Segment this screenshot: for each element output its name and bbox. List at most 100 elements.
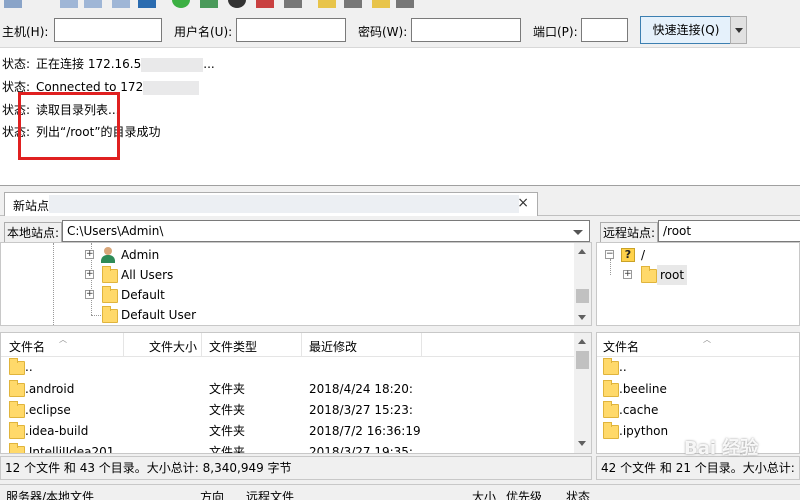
scroll-thumb[interactable] [576,289,589,303]
port-label: 端口(P): [533,25,578,39]
file-row[interactable]: .cache [597,400,787,421]
tree-item-root[interactable]: + root [623,265,783,285]
collapse-icon[interactable]: − [605,250,614,259]
view-toggle-icon[interactable] [112,0,130,8]
log-entry-suffix: ... [203,57,215,71]
compare-icon[interactable] [344,0,362,8]
tree-item-root-dir[interactable]: − ? / [605,245,785,265]
tree-item-default[interactable]: + Default [85,285,285,305]
transfer-queue-icon[interactable] [138,0,156,8]
file-type: 文件夹 [209,382,246,396]
local-file-list[interactable]: ︿ 文件名 文件大小 文件类型 最近修改 .. .android 文件夹 201… [0,332,592,454]
port-input[interactable] [581,18,628,42]
cancel-icon[interactable] [228,0,246,8]
folder-icon [603,401,619,418]
username-input[interactable] [236,18,346,42]
file-modified: 2018/3/27 19:35: [309,445,413,454]
tree-item-label: / [641,248,646,262]
file-row[interactable]: .. [597,357,787,378]
refresh-icon[interactable] [172,0,190,8]
file-row[interactable]: .. [1,357,575,378]
password-input[interactable] [411,18,521,42]
chevron-down-icon[interactable] [573,230,583,235]
column-header-size[interactable]: 文件大小 [149,338,197,355]
queue-col-local-file[interactable]: 服务器/本地文件 [6,488,94,500]
queue-col-direction[interactable]: 方向 [200,488,224,500]
column-header-modified[interactable]: 最近修改 [309,338,357,355]
remote-directory-tree[interactable]: − ? / + root [596,242,800,326]
quickconnect-button[interactable]: 快速连接(Q) [640,16,732,44]
host-input[interactable] [54,18,162,42]
folder-icon [603,358,619,375]
folder-icon [9,358,25,375]
expand-icon[interactable]: + [623,270,632,279]
tree-item-default-user[interactable]: Default User [85,305,285,325]
queue-col-status[interactable]: 状态 [566,488,590,500]
column-header-name[interactable]: 文件名 [9,338,45,355]
username-label: 用户名(U): [174,25,233,39]
tree-item-label: All Users [121,268,174,282]
column-divider[interactable] [301,333,302,357]
queue-col-remote-file[interactable]: 远程文件 [246,488,294,500]
file-name: .IntelliJIdea201 [25,445,115,454]
expand-icon[interactable]: + [85,250,94,259]
file-modified: 2018/4/24 18:20: [309,382,413,396]
tree-item-label: Default User [121,308,197,322]
file-row[interactable]: .beeline [597,379,787,400]
scroll-up-icon[interactable] [578,339,586,344]
column-header-type[interactable]: 文件类型 [209,338,257,355]
scroll-up-icon[interactable] [578,249,586,254]
local-path-value: C:\Users\Admin\ [67,224,164,238]
file-name: .ipython [619,424,669,438]
process-queue-icon[interactable] [200,0,218,8]
log-entry: 状态: 正在连接 172.16.5... [2,54,215,74]
queue-col-priority[interactable]: 优先级 [506,488,542,500]
local-file-list-scrollbar[interactable] [574,333,591,453]
sync-browse-icon[interactable] [372,0,390,8]
file-modified: 2018/7/2 16:36:19 [309,424,421,438]
close-icon[interactable]: × [517,195,529,211]
column-divider[interactable] [123,333,124,357]
scroll-down-icon[interactable] [578,441,586,446]
file-row[interactable]: .idea-build 文件夹 2018/7/2 16:36:19 [1,421,575,442]
baidu-watermark-logo: Bai 经验 [684,438,759,459]
file-row[interactable]: .android 文件夹 2018/4/24 18:20: [1,379,575,400]
reconnect-icon[interactable] [284,0,302,8]
view-toggle-icon[interactable] [84,0,102,8]
tree-item-admin[interactable]: + Admin [85,245,285,265]
local-tree-scrollbar[interactable] [574,243,591,325]
folder-icon [9,380,25,397]
tree-guide [610,259,611,275]
sort-up-icon: ︿ [59,335,67,344]
expand-icon[interactable]: + [85,290,94,299]
local-directory-tree[interactable]: + Admin + All Users + Default Default Us… [0,242,592,327]
queue-col-size[interactable]: 大小 [472,488,496,500]
quickconnect-bar: 主机(H): 用户名(U): 密码(W): 端口(P): 快速连接(Q) [0,10,800,48]
log-entry-text: 正在连接 172.16.5 [36,57,142,71]
quickconnect-dropdown-button[interactable] [730,16,747,44]
search-icon[interactable] [396,0,414,8]
remote-path-input[interactable]: /root [658,220,800,242]
file-name: .beeline [619,382,667,396]
site-manager-icon[interactable] [4,0,22,8]
column-header-name[interactable]: 文件名 [603,338,639,355]
folder-icon [603,380,619,397]
scroll-thumb[interactable] [576,351,589,369]
filter-icon[interactable] [318,0,336,8]
local-path-input[interactable]: C:\Users\Admin\ [62,220,590,242]
column-divider[interactable] [201,333,202,357]
site-tab[interactable]: 新站点 × [4,192,538,216]
disconnect-icon[interactable] [256,0,274,8]
message-log[interactable]: 状态: 正在连接 172.16.5... 状态: Connected to 172 … [0,48,800,186]
expand-icon[interactable]: + [85,270,94,279]
local-site-label: 本地站点: [4,222,63,243]
site-tab-bar: 新站点 × [0,186,800,216]
column-divider[interactable] [421,333,422,357]
file-row[interactable]: .eclipse 文件夹 2018/3/27 15:23: [1,400,575,421]
scroll-down-icon[interactable] [578,315,586,320]
view-toggle-icon[interactable] [60,0,78,8]
file-row[interactable]: .IntelliJIdea201 文件夹 2018/3/27 19:35: [1,442,575,454]
redacted-text [143,80,200,95]
tree-item-all-users[interactable]: + All Users [85,265,285,285]
sort-up-icon: ︿ [703,335,711,344]
